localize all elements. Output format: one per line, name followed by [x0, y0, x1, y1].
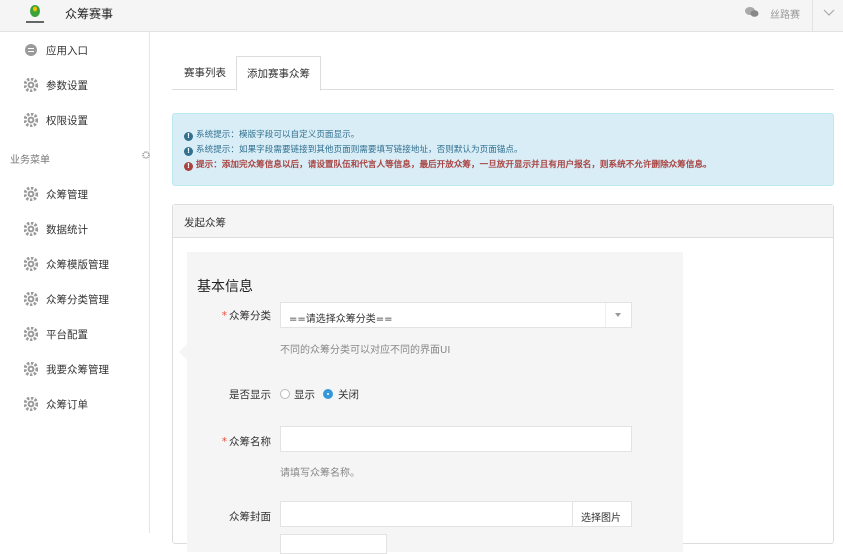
- alert-line-link: ! 系统提示：如果字段需要链接到其他页面则需要填写链接地址，否则默认为页面锚点。: [184, 143, 523, 156]
- alert-text: 提示：添加完众筹信息以后，请设置队伍和代言人等信息，最后开放众筹，一旦放开显示并…: [196, 160, 712, 170]
- tab-add-event[interactable]: 添加赛事众筹: [236, 56, 321, 91]
- gear-icon: [24, 397, 38, 411]
- section-title: 基本信息: [197, 279, 253, 295]
- basic-info-form: 基本信息 * 众筹分类 ==请选择众筹分类== 不同的众筹分类可以对应不同的界面U…: [179, 252, 683, 554]
- sidebar-item-label: 众筹订单: [46, 399, 88, 411]
- name-label: * 众筹名称: [221, 436, 271, 448]
- app-title: 众筹赛事: [65, 7, 114, 21]
- sidebar-item-app-entry[interactable]: 应用入口: [0, 36, 150, 64]
- alert-text: 系统提示：模版字段可以自定义页面显示。: [196, 130, 360, 140]
- top-header: 众筹赛事 丝路赛: [0, 0, 843, 32]
- warning-icon: !: [184, 162, 193, 171]
- sidebar-item-label: 参数设置: [46, 80, 88, 92]
- gear-icon: [24, 78, 38, 92]
- sidebar-item-statistics[interactable]: 数据统计: [0, 215, 150, 243]
- sidebar-item-label: 众筹分类管理: [46, 294, 109, 306]
- sidebar-item-label: 权限设置: [46, 115, 88, 127]
- category-select[interactable]: ==请选择众筹分类==: [280, 302, 632, 328]
- sidebar-item-label: 众筹模版管理: [46, 259, 109, 271]
- wechat-icon[interactable]: [745, 6, 759, 18]
- sidebar-section-label: 业务菜单: [10, 155, 50, 166]
- display-radio-hide[interactable]: [323, 389, 333, 399]
- user-name[interactable]: 丝路赛: [770, 6, 800, 21]
- cover-label: 众筹封面: [229, 511, 271, 523]
- gear-icon: [24, 257, 38, 271]
- sidebar-item-label: 众筹管理: [46, 189, 88, 201]
- app-entry-icon: [25, 44, 37, 56]
- gear-icon: [24, 362, 38, 376]
- sidebar-item-label: 平台配置: [46, 329, 88, 341]
- tab-bar: 赛事列表 添加赛事众筹: [172, 56, 834, 91]
- tab-event-list[interactable]: 赛事列表: [174, 56, 236, 90]
- sidebar-item-label: 我要众筹管理: [46, 364, 109, 376]
- select-image-button[interactable]: 选择图片: [572, 501, 632, 527]
- required-mark: *: [221, 310, 227, 322]
- alert-text: 系统提示：如果字段需要链接到其他页面则需要填写链接地址，否则默认为页面锚点。: [196, 145, 523, 155]
- app-logo: [26, 5, 44, 23]
- sidebar-item-crowdfunding[interactable]: 众筹管理: [0, 180, 150, 208]
- gear-icon: [24, 327, 38, 341]
- gear-icon: [24, 113, 38, 127]
- category-hint: 不同的众筹分类可以对应不同的界面UI: [280, 345, 451, 356]
- system-alert: ! 系统提示：模版字段可以自定义页面显示。 ! 系统提示：如果字段需要链接到其他页面…: [172, 113, 834, 186]
- form-pointer: [179, 344, 187, 360]
- name-input[interactable]: [280, 426, 632, 452]
- required-mark: *: [221, 436, 227, 448]
- select-image-label: 选择图片: [581, 513, 621, 524]
- info-icon: !: [184, 132, 193, 141]
- sidebar-item-permissions[interactable]: 权限设置: [0, 106, 150, 134]
- display-option-hide[interactable]: 关闭: [338, 387, 359, 402]
- panel-title: 发起众筹: [184, 217, 226, 229]
- gear-icon: [24, 292, 38, 306]
- display-label: 是否显示: [229, 389, 271, 401]
- name-hint: 请填写众筹名称。: [280, 468, 360, 479]
- alert-line-template: ! 系统提示：模版字段可以自定义页面显示。: [184, 128, 359, 141]
- cover-preview-box: [280, 534, 387, 554]
- sidebar-item-platform-config[interactable]: 平台配置: [0, 320, 150, 348]
- cover-input[interactable]: [280, 501, 573, 527]
- info-icon: !: [184, 147, 193, 156]
- sidebar-item-orders[interactable]: 众筹订单: [0, 390, 150, 418]
- category-select-value: ==请选择众筹分类==: [289, 314, 393, 325]
- chevron-down-icon: [605, 303, 631, 327]
- sidebar: 应用入口 参数设置 权限设置 业务菜单 众筹管理 数据统计 众筹模版管理 众筹分…: [0, 32, 150, 533]
- sidebar-item-categories[interactable]: 众筹分类管理: [0, 285, 150, 313]
- display-radio-show[interactable]: [280, 389, 290, 399]
- sidebar-item-my-crowdfunding[interactable]: 我要众筹管理: [0, 355, 150, 383]
- category-label: * 众筹分类: [221, 310, 271, 322]
- chevron-down-icon[interactable]: [823, 9, 835, 17]
- sidebar-item-templates[interactable]: 众筹模版管理: [0, 250, 150, 278]
- display-option-show[interactable]: 显示: [294, 387, 315, 402]
- create-crowdfunding-panel: 发起众筹 基本信息 * 众筹分类 ==请选择众筹分类== 不同的众筹分类可以对应不…: [172, 204, 834, 554]
- gear-icon: [24, 187, 38, 201]
- panel-header: 发起众筹: [173, 205, 833, 238]
- sidebar-item-label: 数据统计: [46, 224, 88, 236]
- alert-line-warning: ! 提示：添加完众筹信息以后，请设置队伍和代言人等信息，最后开放众筹，一旦放开显示…: [184, 158, 712, 171]
- sidebar-item-label: 应用入口: [46, 45, 88, 57]
- settings-icon[interactable]: [142, 151, 150, 159]
- gear-icon: [24, 222, 38, 236]
- header-divider: [812, 0, 813, 32]
- sidebar-item-params[interactable]: 参数设置: [0, 71, 150, 99]
